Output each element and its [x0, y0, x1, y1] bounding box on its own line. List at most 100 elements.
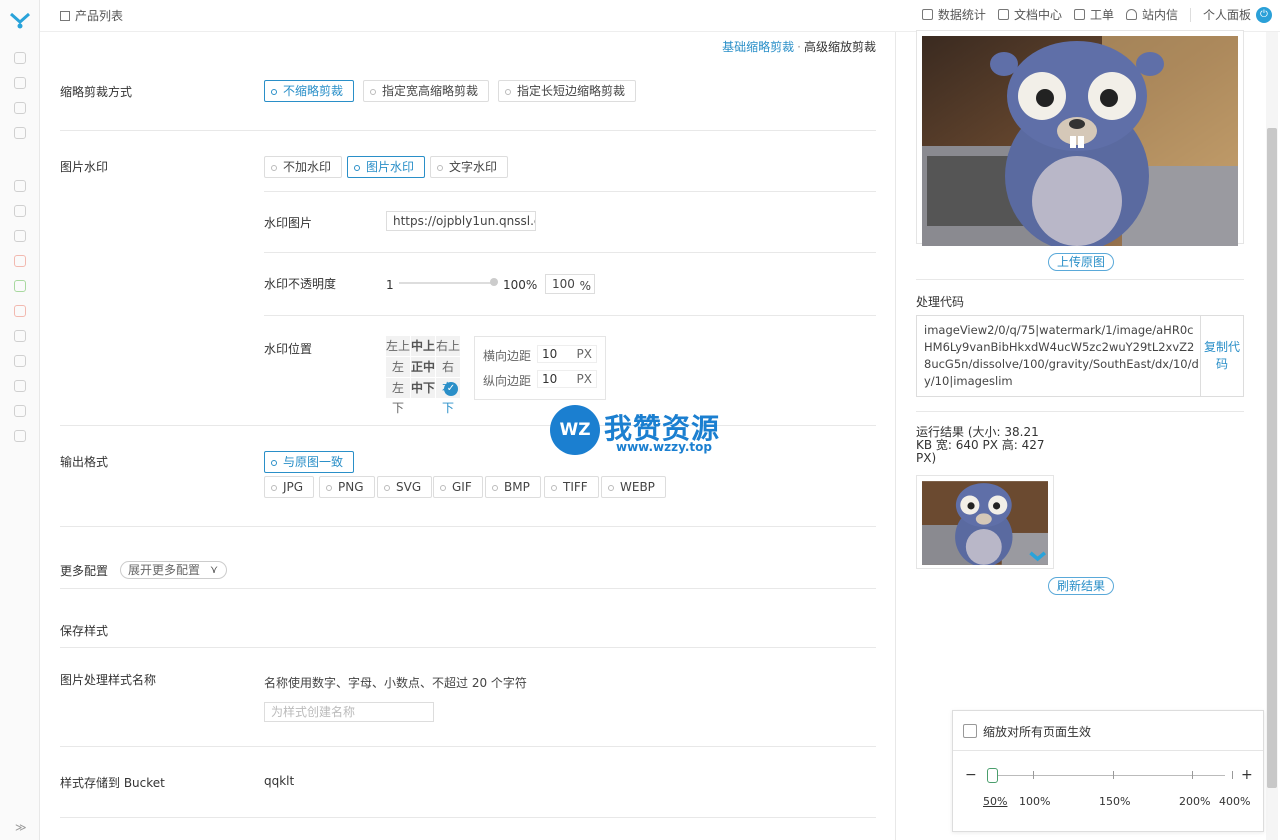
opacity-slider-handle[interactable]: [490, 278, 498, 286]
v-margin-unit: PX: [576, 372, 592, 386]
zoom-slider[interactable]: [987, 775, 1225, 776]
h-margin-label: 横向边距: [483, 349, 532, 363]
result-info: 运行结果 (大小: 38.21 KB 宽: 640 PX 高: 427 PX): [916, 425, 1045, 465]
h-margin-input[interactable]: 10 PX: [537, 345, 597, 363]
zoom-all-pages-checkbox[interactable]: [963, 724, 977, 738]
sidebar: ≫: [0, 0, 40, 840]
opacity-label: 水印不透明度: [264, 277, 337, 291]
opacity-max: 100%: [503, 278, 538, 292]
crop-option-long-short-edge[interactable]: 指定长短边缩略剪裁: [498, 80, 637, 102]
pos-center[interactable]: 正中: [411, 357, 435, 377]
crop-option-none[interactable]: 不缩略剪裁: [264, 80, 355, 102]
nav-messages[interactable]: 站内信: [1125, 6, 1178, 23]
source-image-frame: [916, 30, 1244, 246]
pos-middle-left[interactable]: 左: [386, 357, 410, 377]
format-webp[interactable]: WEBP: [601, 476, 666, 498]
pos-label: 左下: [391, 381, 404, 415]
output-same-as-source[interactable]: 与原图一致: [264, 451, 355, 473]
output-label: 输出格式: [60, 455, 109, 469]
sidebar-icon-11[interactable]: [14, 330, 26, 342]
zoom-tick: [1113, 771, 1114, 779]
format-png[interactable]: PNG: [319, 476, 375, 498]
bucket-label: 样式存储到 Bucket: [60, 776, 165, 790]
pos-bottom-center[interactable]: 中下: [411, 378, 435, 398]
zoom-level-150[interactable]: 150%: [1099, 795, 1130, 808]
format-gif[interactable]: GIF: [433, 476, 483, 498]
watermark-option-image[interactable]: 图片水印: [347, 156, 426, 178]
watermark-image-label: 水印图片: [264, 216, 313, 230]
expand-sidebar-icon[interactable]: ≫: [15, 821, 27, 834]
style-name-label: 图片处理样式名称: [60, 673, 157, 687]
upload-original-button[interactable]: 上传原图: [1048, 253, 1115, 271]
process-code-text[interactable]: imageView2/0/q/75|watermark/1/image/aHR0…: [924, 322, 1200, 390]
sidebar-icon-2[interactable]: [14, 77, 26, 89]
process-code-box[interactable]: imageView2/0/q/75|watermark/1/image/aHR0…: [916, 315, 1244, 397]
v-margin-input[interactable]: 10 PX: [537, 370, 597, 388]
sidebar-icon-15[interactable]: [14, 430, 26, 442]
format-tiff[interactable]: TIFF: [544, 476, 599, 498]
position-label: 水印位置: [264, 342, 313, 356]
format-bmp[interactable]: BMP: [485, 476, 541, 498]
sidebar-icon-9[interactable]: [14, 280, 26, 292]
expand-more-label: 展开更多配置: [128, 563, 201, 577]
watermark-image-url-input[interactable]: https://ojpbly1un.qnssl.c: [386, 211, 536, 231]
format-jpg[interactable]: JPG: [264, 476, 315, 498]
power-icon[interactable]: ⏻: [1256, 6, 1272, 23]
sidebar-icon-7[interactable]: [14, 230, 26, 242]
pos-label: 左上: [386, 339, 410, 353]
sidebar-icon-13[interactable]: [14, 380, 26, 392]
grid-icon: [60, 11, 70, 21]
zoom-level-50[interactable]: 50%: [983, 795, 1007, 808]
opacity-input[interactable]: 100%: [545, 274, 595, 294]
refresh-result-button[interactable]: 刷新结果: [1048, 577, 1115, 595]
style-name-input[interactable]: 为样式创建名称: [264, 702, 434, 722]
pos-top-left[interactable]: 左上: [386, 336, 410, 356]
sidebar-icon-1[interactable]: [14, 52, 26, 64]
crop-option-width-height[interactable]: 指定宽高缩略剪裁: [363, 80, 490, 102]
site-watermark-logo: WZ 我赞资源 www.wzzy.top: [550, 405, 750, 457]
format-svg[interactable]: SVG: [377, 476, 433, 498]
sidebar-icon-8[interactable]: [14, 255, 26, 267]
nav-stats[interactable]: 数据统计: [921, 6, 986, 23]
breadcrumb[interactable]: 产品列表: [60, 7, 123, 24]
sidebar-icon-3[interactable]: [14, 102, 26, 114]
nav-label: 站内信: [1141, 8, 1178, 22]
zoom-level-100[interactable]: 100%: [1019, 795, 1050, 808]
pos-middle-right[interactable]: 右: [436, 357, 460, 377]
sidebar-icon-4[interactable]: [14, 127, 26, 139]
divider: [953, 750, 1263, 751]
nav-docs[interactable]: 文档中心: [997, 6, 1062, 23]
document-icon: [997, 9, 1009, 20]
pos-bottom-left[interactable]: 左下: [386, 378, 410, 418]
chevron-down-icon: ⋎: [209, 563, 219, 576]
pos-top-right[interactable]: 右上: [436, 336, 460, 356]
zoom-slider-handle[interactable]: [987, 768, 998, 783]
logo-icon[interactable]: [9, 12, 31, 34]
bucket-value: qqklt: [264, 774, 295, 788]
zoom-level-200[interactable]: 200%: [1179, 795, 1210, 808]
nav-label: 工单: [1089, 8, 1114, 22]
watermark-option-text[interactable]: 文字水印: [430, 156, 509, 178]
zoom-all-pages-label: 缩放对所有页面生效: [983, 725, 1092, 739]
expand-more-button[interactable]: 展开更多配置 ⋎: [120, 561, 228, 579]
copy-code-button[interactable]: 复制代码: [1200, 316, 1243, 396]
zoom-level-400[interactable]: 400%: [1219, 795, 1250, 808]
breadcrumb-label: 产品列表: [75, 9, 124, 23]
sidebar-icon-14[interactable]: [14, 405, 26, 417]
zoom-out-button[interactable]: −: [965, 767, 977, 783]
sidebar-icon-12[interactable]: [14, 355, 26, 367]
page-scrollbar[interactable]: [1266, 32, 1278, 840]
v-margin-label: 纵向边距: [483, 374, 532, 388]
opacity-slider[interactable]: [399, 282, 495, 284]
top-nav: 数据统计 文档中心 工单 站内信 个人面板 ⏻: [921, 6, 1272, 23]
nav-personal[interactable]: 个人面板 ⏻: [1203, 6, 1272, 23]
pos-top-center[interactable]: 中上: [411, 336, 435, 356]
scrollbar-thumb[interactable]: [1267, 128, 1277, 788]
nav-tickets[interactable]: 工单: [1073, 6, 1114, 23]
style-name-row: 图片处理样式名称 名称使用数字、字母、小数点、不超过 20 个字符 为样式创建名…: [60, 648, 876, 747]
watermark-option-none[interactable]: 不加水印: [264, 156, 343, 178]
zoom-in-button[interactable]: +: [1241, 767, 1253, 783]
sidebar-icon-5[interactable]: [14, 180, 26, 192]
sidebar-icon-10[interactable]: [14, 305, 26, 317]
sidebar-icon-6[interactable]: [14, 205, 26, 217]
